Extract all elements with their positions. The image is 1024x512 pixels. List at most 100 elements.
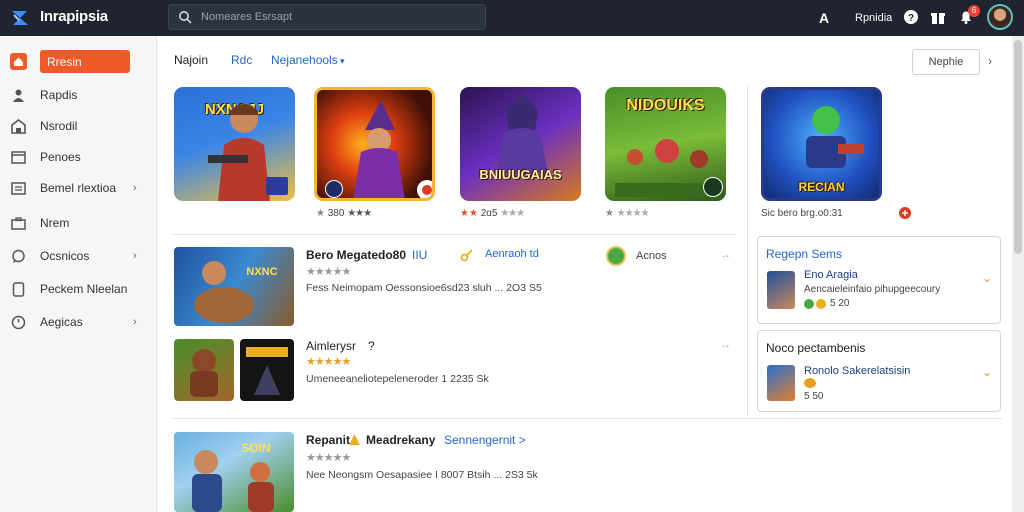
sidebar-item-nrem[interactable]: Nrem xyxy=(0,209,157,237)
featured-title: BNIUUGAIAS xyxy=(479,167,562,182)
sidebar-item-ocsnicos[interactable]: Ocsnicos › xyxy=(0,242,157,270)
search-icon xyxy=(179,11,192,24)
game-thumbnail[interactable] xyxy=(240,339,294,401)
publisher-avatar[interactable] xyxy=(606,246,626,266)
list-item-badge: IIU xyxy=(412,248,428,262)
card-item-title[interactable]: Ronolo Sakerelatsisin xyxy=(804,365,910,377)
home-icon[interactable] xyxy=(10,53,27,70)
brand-badge xyxy=(417,180,432,198)
person-icon xyxy=(13,89,24,102)
featured-tile[interactable]: RECIAN xyxy=(761,87,882,201)
featured-tile[interactable]: NIDOUIKS xyxy=(605,87,726,201)
account-letter[interactable]: A xyxy=(819,0,829,36)
list-item-description: Fess Neimopam Oessonsioe6sd23 sluh ... 2… xyxy=(306,282,542,294)
help-icon[interactable]: ? xyxy=(903,9,919,25)
list-item-badge: ? xyxy=(368,339,375,353)
featured-title: RECIAN xyxy=(798,180,845,194)
list-icon xyxy=(11,181,26,195)
section-divider xyxy=(172,418,1002,419)
rating-value: 380 xyxy=(327,208,345,219)
game-thumbnail[interactable]: NXNC xyxy=(174,247,294,326)
list-item-stars: ★★★★★ xyxy=(306,452,351,464)
tab-najoin[interactable]: Najoin xyxy=(174,53,208,67)
chevron-down-icon[interactable]: ⌄ xyxy=(982,271,992,285)
avatar[interactable] xyxy=(987,4,1013,30)
chevron-down-icon[interactable]: ⌄ xyxy=(982,365,992,379)
game-thumbnail[interactable]: SOIN xyxy=(174,432,294,512)
recommendation-card: Noco pectambenis Ronolo Sakerelatsisin 5… xyxy=(757,330,1001,412)
sidebar-item-label: Nrem xyxy=(40,216,70,230)
knight-artwork xyxy=(496,93,548,173)
sidebar-item-aegicas[interactable]: Aegicas › xyxy=(0,308,157,336)
card-heading[interactable]: Regepn Sems xyxy=(766,247,842,261)
store-icon xyxy=(11,118,26,134)
window-icon xyxy=(11,150,26,164)
notification-count-badge: 6 xyxy=(968,5,980,17)
svg-text:?: ? xyxy=(908,13,914,24)
document-icon xyxy=(12,281,25,297)
featured-tile[interactable]: NXNAJJ xyxy=(174,87,295,201)
scrollbar-thumb[interactable] xyxy=(1014,40,1022,254)
section-divider xyxy=(747,86,748,416)
featured-tile[interactable] xyxy=(314,87,435,201)
sidebar-item-bemel[interactable]: Bemel rlextioa › xyxy=(0,174,157,202)
sidebar-item-label-active[interactable]: Rresin xyxy=(47,55,82,69)
rating-stars: ★★★★ xyxy=(616,208,650,219)
sidebar-item-rapdis[interactable]: Rapdis xyxy=(0,81,157,109)
robot-artwork xyxy=(806,106,864,168)
platform-badge xyxy=(703,177,723,197)
tab-nejanehools[interactable]: Nejanehools xyxy=(271,53,338,67)
chevron-right-icon[interactable]: › xyxy=(988,54,992,68)
sidebar-item-label: Rapdis xyxy=(40,88,78,102)
app-brand[interactable]: Inrapipsia xyxy=(40,8,108,25)
publisher-name[interactable]: Acnos xyxy=(636,250,667,262)
card-item-title[interactable]: Eno Aragia xyxy=(804,269,858,281)
gift-icon[interactable] xyxy=(930,9,946,25)
briefcase-icon xyxy=(11,216,26,230)
card-item-meta: 5 50 xyxy=(804,391,824,402)
recommendation-card: Regepn Sems Eno Aragia Aencaieleinfaio p… xyxy=(757,236,1001,324)
chevron-right-icon: › xyxy=(133,250,137,262)
rating-stars: ★★★ xyxy=(500,208,525,219)
clock-icon xyxy=(11,315,26,329)
platform-badge xyxy=(266,177,288,195)
more-options-icon[interactable]: ·- xyxy=(722,250,729,262)
card-thumbnail[interactable] xyxy=(767,365,795,401)
add-icon[interactable] xyxy=(899,207,911,219)
sidebar-item-nsrodil[interactable]: Nsrodil xyxy=(0,112,157,140)
chevron-right-icon: › xyxy=(133,182,137,194)
warning-icon xyxy=(349,434,360,445)
sidebar-item-label: Nsrodil xyxy=(40,119,78,133)
list-item-title[interactable]: Bero Megatedo80 xyxy=(306,248,406,262)
list-item-link[interactable]: Sennengernit > xyxy=(444,433,526,447)
card-thumbnail[interactable] xyxy=(767,271,795,309)
list-item-title[interactable]: Repanit xyxy=(306,433,350,447)
list-item-badge: Meadrekany xyxy=(366,433,436,447)
wizard-artwork xyxy=(353,100,405,198)
gem-icon xyxy=(816,299,826,309)
chevron-down-icon[interactable]: ▾ xyxy=(340,56,345,67)
sidebar-item-penoes[interactable]: Penoes xyxy=(0,143,157,171)
rating-stars: ★★★ xyxy=(347,208,372,219)
chat-icon xyxy=(12,249,25,263)
sidebar-item-peckem[interactable]: Peckem Nleelan xyxy=(0,275,157,303)
key-icon xyxy=(460,249,473,262)
top-bar: Inrapipsia Nomeares Esrsapt A Rpnidia ? … xyxy=(0,0,1024,36)
game-thumbnail[interactable] xyxy=(174,339,234,401)
more-options-icon[interactable]: ·- xyxy=(722,340,729,352)
search-box[interactable]: Nomeares Esrsapt xyxy=(168,4,486,30)
card-heading[interactable]: Noco pectambenis xyxy=(766,341,865,355)
tab-rdc[interactable]: Rdc xyxy=(231,53,252,67)
search-input[interactable]: Nomeares Esrsapt xyxy=(201,11,292,23)
more-button[interactable]: Nephie xyxy=(912,49,980,75)
app-logo-icon[interactable] xyxy=(10,8,30,28)
list-item-title[interactable]: Aimlerysr xyxy=(306,339,356,353)
card-item-description: Aencaieleinfaio pihupgeecoury xyxy=(804,284,941,295)
list-item-link[interactable]: Aenraoh td xyxy=(485,248,539,260)
list-item-stars: ★★★★★ xyxy=(306,356,351,368)
username[interactable]: Rpnidia xyxy=(855,0,892,36)
featured-rating: ★ 380 ★★★ xyxy=(316,208,372,219)
featured-title: NIDOUIKS xyxy=(626,97,705,114)
featured-tile[interactable]: BNIUUGAIAS xyxy=(460,87,581,201)
sidebar-item-label: Penoes xyxy=(40,150,81,164)
